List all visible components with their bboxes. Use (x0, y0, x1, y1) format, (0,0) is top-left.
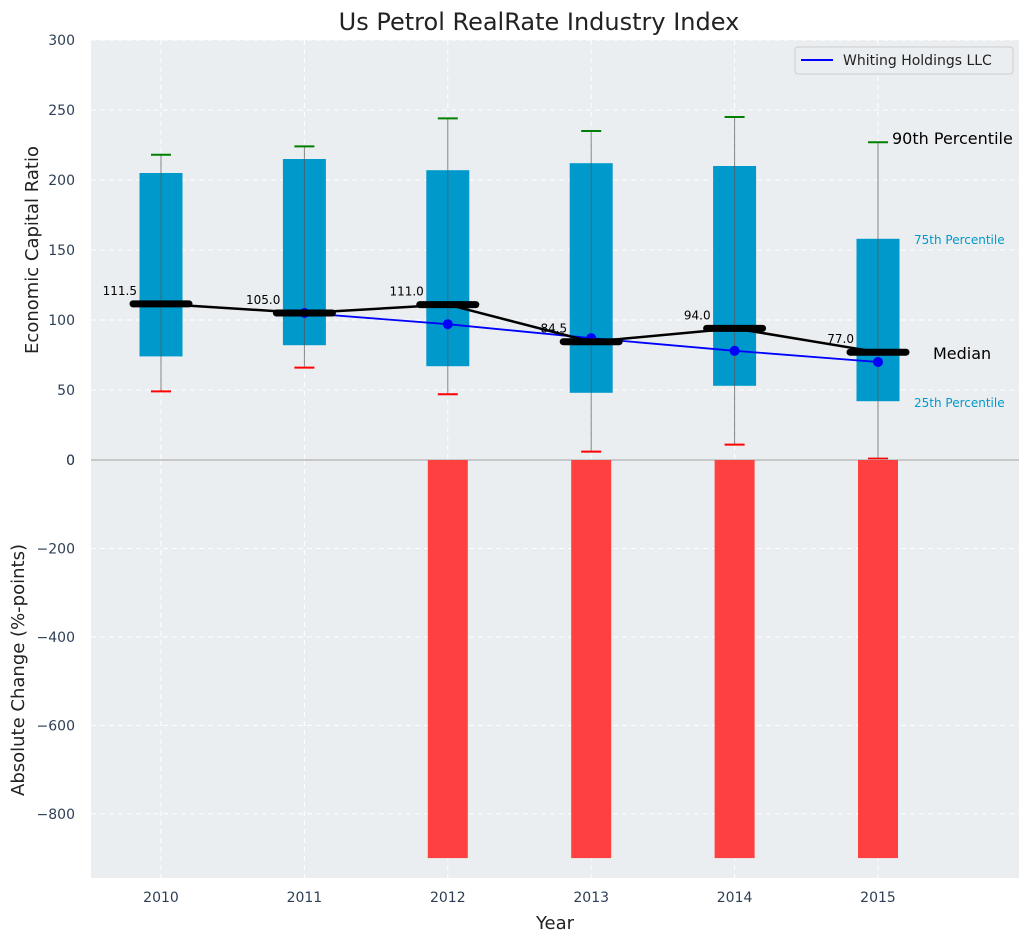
chart-title: Us Petrol RealRate Industry Index (339, 8, 740, 36)
annotation-p75: 75th Percentile (914, 233, 1005, 247)
bottom-y-tick-label: −600 (37, 718, 75, 734)
median-value-label: 111.0 (389, 285, 423, 299)
whiting-point (729, 345, 740, 356)
x-tick-label: 2011 (287, 890, 323, 906)
top-y-tick-label: 50 (57, 383, 75, 399)
median-value-label: 77.0 (827, 332, 854, 346)
change-bar (714, 460, 755, 859)
x-tick-label: 2013 (573, 890, 609, 906)
top-y-tick-label: 250 (48, 103, 75, 119)
median-value-label: 84.5 (540, 322, 567, 336)
change-bar (427, 460, 468, 859)
top-y-tick-label: 200 (48, 173, 75, 189)
median-value-label: 105.0 (246, 293, 280, 307)
change-bar (571, 460, 612, 859)
top-y-tick-label: 100 (48, 313, 75, 329)
x-tick-label: 2012 (430, 890, 466, 906)
annotation-p90: 90th Percentile (892, 129, 1013, 148)
x-tick-label: 2010 (143, 890, 179, 906)
bottom-y-tick-label: −800 (37, 807, 75, 823)
top-y-tick-label: 300 (48, 33, 75, 49)
whiting-point (873, 357, 883, 367)
annotation-p25: 25th Percentile (914, 396, 1005, 410)
change-bar (858, 460, 898, 859)
annotation-median: Median (933, 344, 991, 363)
x-axis-label: Year (535, 913, 575, 934)
legend: Whiting Holdings LLC (794, 46, 1014, 75)
bottom-y-tick-label: −200 (37, 541, 75, 557)
chart: 0 50 100 150 200 250 300 111.5 105.0 111.0 84.5 94.… (8, 8, 1019, 934)
whiting-point (442, 319, 453, 330)
median-value-label: 94.0 (684, 308, 711, 322)
legend-label: Whiting Holdings LLC (843, 53, 992, 69)
x-tick-label: 2014 (717, 890, 753, 906)
x-tick-label: 2015 (860, 890, 896, 906)
bottom-y-tick-label: −400 (37, 630, 75, 646)
median-value-label: 111.5 (103, 284, 137, 298)
bottom-y-tick-label: 0 (66, 453, 75, 469)
top-y-axis-label: Economic Capital Ratio (22, 146, 43, 354)
bottom-y-axis-label: Absolute Change (%-points) (8, 544, 29, 796)
top-y-tick-label: 150 (48, 243, 75, 259)
